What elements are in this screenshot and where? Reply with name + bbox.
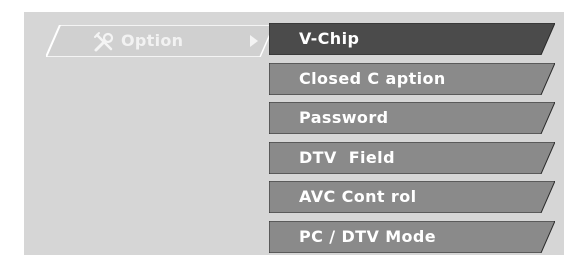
option-tab[interactable]: Option (46, 25, 274, 57)
menu-item-label: AVC Cont rol (299, 187, 417, 206)
menu-item-v-chip[interactable]: V-Chip (269, 23, 555, 55)
menu-item-pc-dtv-mode[interactable]: PC / DTV Mode (269, 220, 555, 253)
menu-item-label: DTV Field (299, 147, 395, 167)
menu-item-label: V-Chip (299, 29, 360, 48)
option-screen: Option V-Chip Closed C aption Password DTV … (24, 12, 564, 255)
menu-item-label: Password (299, 108, 389, 127)
menu-item-dtv-field[interactable]: DTV Field (269, 141, 555, 174)
menu-item-password[interactable]: Password (269, 102, 555, 134)
arrow-right-icon (250, 35, 258, 47)
menu-item-label: Closed C aption (299, 68, 446, 88)
menu-item-avc-cont-rol[interactable]: AVC Cont rol (269, 181, 555, 213)
option-menu: V-Chip Closed C aption Password DTV Field AV… (269, 23, 559, 253)
menu-item-label: PC / DTV Mode (299, 226, 437, 246)
tab-label: Option (121, 31, 184, 50)
menu-item-closed-c-aption[interactable]: Closed C aption (269, 62, 555, 95)
tool-icon (94, 32, 114, 52)
